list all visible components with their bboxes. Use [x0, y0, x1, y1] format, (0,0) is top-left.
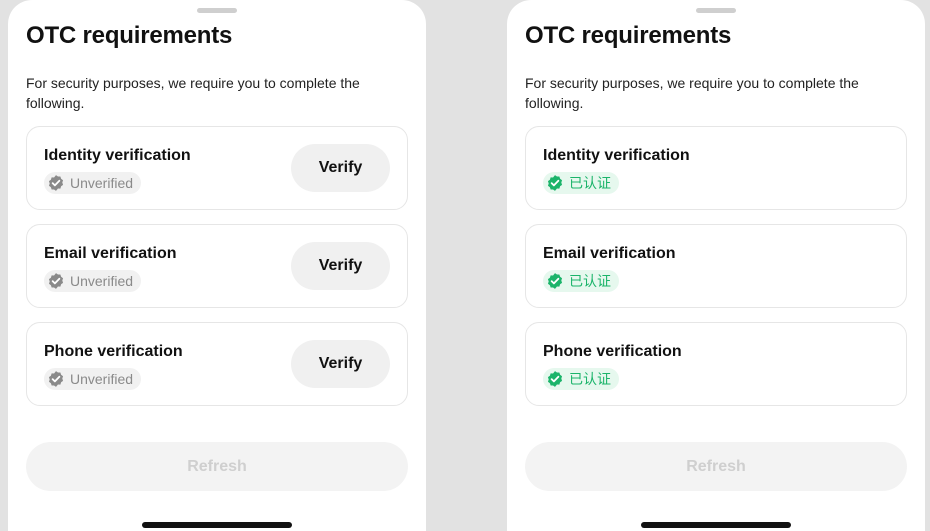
verify-phone-button[interactable]: Verify — [291, 340, 390, 388]
status-text: Unverified — [70, 371, 134, 387]
drag-handle[interactable] — [197, 8, 237, 13]
card-label: Identity verification — [543, 147, 690, 164]
status-text: Unverified — [70, 273, 134, 289]
verify-identity-button[interactable]: Verify — [291, 144, 390, 192]
status-text: 已认证 — [569, 175, 611, 191]
card-label: Identity verification — [44, 147, 191, 164]
status-badge: 已认证 — [543, 270, 619, 292]
verified-shield-check-icon — [47, 272, 65, 290]
verified-shield-check-icon — [546, 272, 564, 290]
status-text: 已认证 — [569, 371, 611, 387]
verified-shield-check-icon — [47, 174, 65, 192]
phone-verification-card: Phone verification Unverified Verify — [26, 322, 408, 406]
status-badge: 已认证 — [543, 172, 619, 194]
status-badge: Unverified — [44, 172, 142, 194]
card-label: Email verification — [543, 245, 676, 262]
otc-requirements-sheet-unverified: OTC requirements For security purposes, … — [8, 0, 426, 531]
phone-verification-card: Phone verification 已认证 — [525, 322, 907, 406]
page-description: For security purposes, we require you to… — [525, 75, 859, 111]
email-verification-card: Email verification 已认证 — [525, 224, 907, 308]
status-text: 已认证 — [569, 273, 611, 289]
page-title: OTC requirements — [525, 22, 732, 49]
verified-shield-check-icon — [546, 174, 564, 192]
status-text: Unverified — [70, 175, 134, 191]
card-label: Phone verification — [543, 343, 682, 360]
identity-verification-card: Identity verification Unverified Verify — [26, 126, 408, 210]
status-badge: Unverified — [44, 368, 142, 390]
status-badge: 已认证 — [543, 368, 619, 390]
card-label: Email verification — [44, 245, 177, 262]
verified-shield-check-icon — [47, 370, 65, 388]
card-label: Phone verification — [44, 343, 183, 360]
home-indicator — [142, 522, 292, 528]
page-title: OTC requirements — [26, 22, 233, 49]
page-description: For security purposes, we require you to… — [26, 75, 360, 111]
status-badge: Unverified — [44, 270, 142, 292]
refresh-button[interactable]: Refresh — [26, 442, 408, 491]
drag-handle[interactable] — [696, 8, 736, 13]
home-indicator — [641, 522, 791, 528]
identity-verification-card: Identity verification 已认证 — [525, 126, 907, 210]
verified-shield-check-icon — [546, 370, 564, 388]
otc-requirements-sheet-verified: OTC requirements For security purposes, … — [507, 0, 925, 531]
refresh-button[interactable]: Refresh — [525, 442, 907, 491]
verify-email-button[interactable]: Verify — [291, 242, 390, 290]
email-verification-card: Email verification Unverified Verify — [26, 224, 408, 308]
